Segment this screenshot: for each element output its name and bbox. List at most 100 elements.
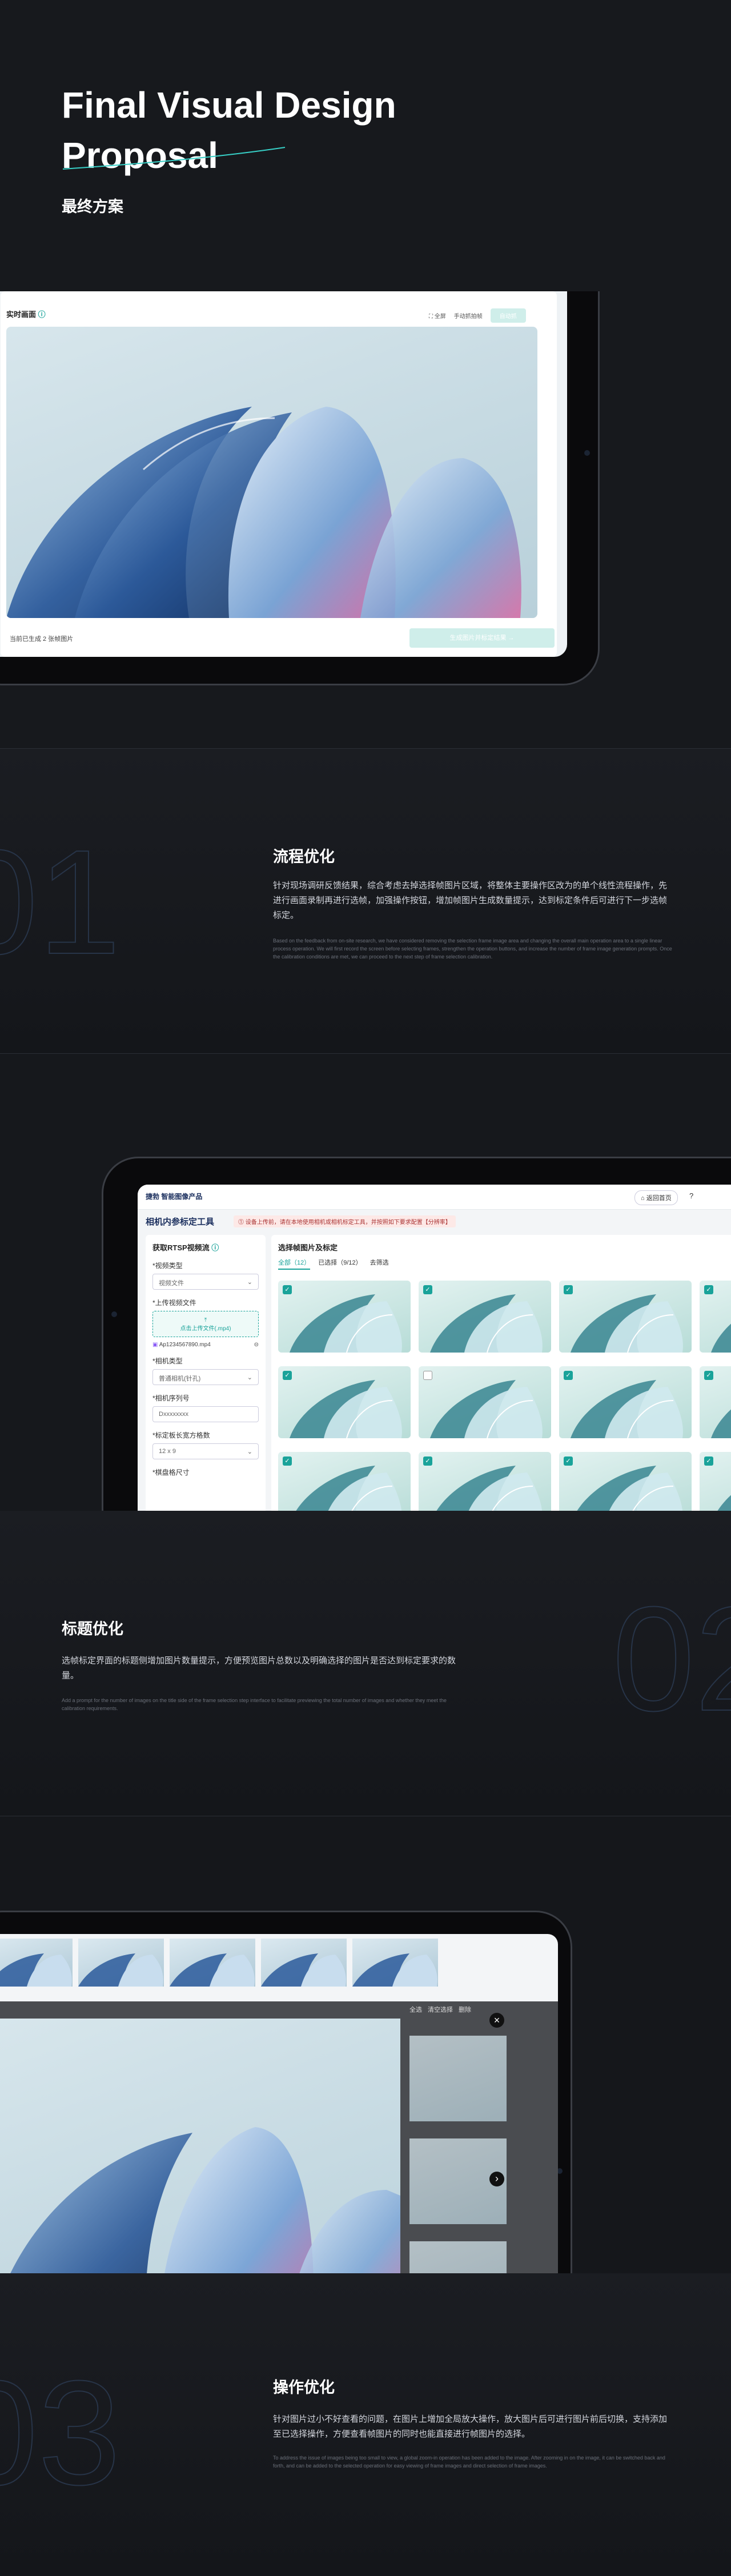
section-description: 选帧标定界面的标题侧增加图片数量提示，方便预览图片总数以及明确选择的图片是否达到… <box>62 1656 456 1680</box>
thumbnail[interactable] <box>261 1939 347 1987</box>
frame-tile[interactable]: ✓ <box>278 1281 411 1353</box>
frame-tile[interactable]: ✓ <box>559 1452 692 1511</box>
clear-selection-button[interactable]: 清空选择 <box>428 2005 453 2014</box>
live-panel: 实时画面 ⓘ ⛶ 全屏 手动抓拍帧 自动抓 当前已生成 2 张帧图片 生成图片并… <box>1 291 557 657</box>
live-video-frame <box>6 327 537 618</box>
page-heading: 相机内参标定工具 <box>146 1217 215 1227</box>
mockup-3-section: 全选 清空选择 删除 × › <box>0 1816 731 2273</box>
generate-calibrate-button[interactable]: 生成图片并标定结果 → <box>409 628 555 648</box>
frame-tile[interactable]: ✓ <box>559 1366 692 1438</box>
frame-tabs: 全部（12） 已选择（9/12） 去筛选 <box>278 1258 389 1270</box>
chevron-down-icon: ⌄ <box>247 1449 252 1455</box>
divider <box>0 748 731 749</box>
select-all-button[interactable]: 全选 <box>409 2005 422 2014</box>
section-1: 01 流程优化 针对现场调研反馈结果，综合考虑去掉选择帧图片区域，将整体主要操作… <box>0 748 731 1054</box>
warning-icon: ⓵ <box>238 1219 244 1226</box>
field-label: *上传视频文件 <box>152 1299 196 1307</box>
tab-all[interactable]: 全部（12） <box>278 1258 311 1270</box>
close-icon[interactable]: × <box>489 2013 504 2028</box>
section-3: 03 操作优化 针对图片过小不好查看的问题，在图片上增加全局放大操作，放大图片后… <box>0 2273 731 2576</box>
checkbox-icon[interactable]: ✓ <box>704 1371 713 1380</box>
title-underline-swoosh <box>62 147 286 170</box>
checkbox-icon[interactable]: ✓ <box>564 1371 573 1380</box>
auto-capture-button[interactable]: 自动抓 <box>490 308 526 323</box>
frame-tile[interactable]: ✓ <box>419 1281 551 1353</box>
tab-filter[interactable]: 去筛选 <box>370 1258 389 1270</box>
section-title: 操作优化 <box>273 2379 335 2396</box>
rtsp-form-panel: 获取RTSP视频流 ⓘ *视频类型 视频文件 ⌄ *上传视频文件 ⤒ 点击上传文件(… <box>146 1235 266 1511</box>
info-icon: ⓘ <box>38 310 46 319</box>
page-subtitle: 最终方案 <box>62 198 123 215</box>
checkbox-icon[interactable]: ✓ <box>704 1456 713 1466</box>
checkbox-icon[interactable]: ✓ <box>283 1285 292 1294</box>
frame-tile[interactable]: ✓ <box>419 1452 551 1511</box>
checkbox-icon[interactable]: ✓ <box>283 1456 292 1466</box>
frame-tile[interactable]: ✓ <box>700 1452 731 1511</box>
delete-button[interactable]: 删除 <box>459 2005 471 2014</box>
tab-selected[interactable]: 已选择（9/12） <box>318 1258 362 1270</box>
thumbnail-strip <box>0 1939 558 1988</box>
thumbnail[interactable] <box>78 1939 164 1987</box>
brand-logo: 捷勃 智能图像产品 <box>146 1193 203 1201</box>
abstract-glass-art <box>6 407 521 618</box>
frame-tile[interactable]: ✓ <box>278 1452 411 1511</box>
info-icon: ⓘ <box>211 1243 219 1252</box>
home-icon: ⌂ <box>641 1195 645 1202</box>
abstract-glass-art <box>10 2127 400 2273</box>
checkbox-icon[interactable]: ✓ <box>564 1285 573 1294</box>
zoom-overlay: 全选 清空选择 删除 × › <box>0 2001 558 2273</box>
thumbnail[interactable] <box>0 1939 73 1987</box>
board-grid-select[interactable]: 12 x 9 ⌄ <box>152 1443 259 1459</box>
frame-tile[interactable]: ✓ <box>559 1281 692 1353</box>
form-title: 获取RTSP视频流 ⓘ <box>152 1243 219 1252</box>
section-description: 针对现场调研反馈结果，综合考虑去掉选择帧图片区域，将整体主要操作区改为的单个线性… <box>273 881 668 920</box>
alert-banner: ⓵ 设备上传前，请在本地使用相机或相机标定工具，并按照如下要求配置【分辨率】 <box>234 1215 456 1227</box>
frame-select-panel: 选择帧图片及标定 全部（12） 已选择（9/12） 去筛选 ✓ ✓ ✓ ✓ ✓ ✓ ✓ ✓ ✓ ✓… <box>271 1235 731 1511</box>
help-icon[interactable]: ? <box>689 1191 693 1200</box>
fullscreen-icon: ⛶ <box>429 314 433 320</box>
camera-icon <box>584 450 590 456</box>
checkbox-icon[interactable]: ✓ <box>283 1371 292 1380</box>
section-description-en: Add a prompt for the number of images on… <box>62 1698 447 1711</box>
mockup-1-section: 实时画面 ⓘ ⛶ 全屏 手动抓拍帧 自动抓 当前已生成 2 张帧图片 生成图片并… <box>0 291 731 748</box>
camera-type-select[interactable]: 普通相机(针孔) ⌄ <box>152 1369 259 1385</box>
upload-dropzone[interactable]: ⤒ 点击上传文件(.mp4) <box>152 1311 259 1337</box>
frame-tile[interactable]: ✓ <box>700 1281 731 1353</box>
checkbox-icon[interactable]: ✓ <box>564 1456 573 1466</box>
side-preview[interactable] <box>409 2241 507 2273</box>
field-label: *视频类型 <box>152 1262 183 1270</box>
section-description-en: To address the issue of images being too… <box>273 2455 665 2469</box>
frame-tile[interactable] <box>419 1366 551 1438</box>
checkbox-icon[interactable]: ✓ <box>423 1456 432 1466</box>
next-arrow-icon[interactable]: › <box>489 2172 504 2186</box>
file-icon: ▣ <box>152 1342 158 1348</box>
panel-title: 选择帧图片及标定 <box>278 1243 338 1252</box>
fullscreen-button[interactable]: ⛶ 全屏 <box>429 311 446 320</box>
capture-button[interactable]: 手动抓拍帧 <box>454 311 483 320</box>
video-type-select[interactable]: 视频文件 ⌄ <box>152 1274 259 1290</box>
frame-tile[interactable]: ✓ <box>278 1366 411 1438</box>
thumbnail[interactable] <box>352 1939 438 1987</box>
section-title: 标题优化 <box>62 1620 123 1638</box>
thumbnail[interactable] <box>170 1939 255 1987</box>
panel-toolbar: ⛶ 全屏 手动抓拍帧 自动抓 <box>429 308 526 323</box>
checkbox-icon[interactable] <box>423 1371 432 1380</box>
side-preview[interactable] <box>409 2036 507 2121</box>
delete-icon[interactable]: ⊝ <box>254 1342 259 1348</box>
uploaded-file: ▣ Ap1234567890.mp4 ⊝ <box>152 1342 259 1348</box>
panel-title: 实时画面 ⓘ <box>6 310 46 319</box>
back-home-button[interactable]: ⌂ 返回首页 <box>634 1190 678 1205</box>
field-label: *相机类型 <box>152 1357 183 1365</box>
upload-icon: ⤒ <box>204 1317 207 1323</box>
serial-number-input[interactable]: Dxxxxxxxx <box>152 1406 259 1422</box>
side-previews <box>409 2036 507 2273</box>
checkbox-icon[interactable]: ✓ <box>423 1285 432 1294</box>
checkbox-icon[interactable]: ✓ <box>704 1285 713 1294</box>
top-nav: 捷勃 智能图像产品 ⌂ 返回首页 ? <box>138 1185 731 1210</box>
frame-tile[interactable]: ✓ <box>700 1366 731 1438</box>
tablet-frame: 捷勃 智能图像产品 ⌂ 返回首页 ? 相机内参标定工具 ⓵ 设备上传前，请在本地… <box>102 1157 731 1511</box>
section-title: 流程优化 <box>273 848 335 865</box>
field-label: *标定板长宽方格数 <box>152 1431 210 1439</box>
field-label: *相机序列号 <box>152 1394 190 1402</box>
section-number: 02 <box>612 1576 731 1742</box>
